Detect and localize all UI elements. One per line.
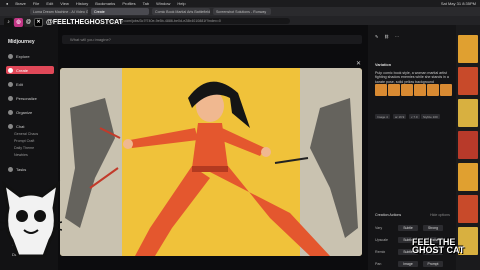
sidebar-item-edit[interactable]: Edit: [6, 80, 54, 88]
compass-icon: [8, 53, 13, 59]
prompt-placeholder: What will you imagine?: [70, 37, 111, 42]
panel-toolbar: ✎ ⛓ ⋯: [375, 34, 399, 39]
history-thumbnail[interactable]: [458, 131, 478, 159]
social-overlay: ♪ ◎ @ ✕ @FEELTHEGHOSTCAT: [4, 16, 123, 28]
chat-room-newbies[interactable]: Newbies: [14, 153, 28, 157]
sidebar-item-label: Tasks: [16, 166, 27, 172]
tab-bar: Luma Dream Machine - AI Video G... Creat…: [0, 7, 480, 16]
prompt-input[interactable]: What will you imagine?: [62, 35, 362, 44]
menu-window[interactable]: Window: [156, 1, 170, 6]
sidebar-item-personalize[interactable]: Personalize: [6, 94, 54, 102]
prompt-text: Pulp comic book style, a woman martial a…: [375, 71, 449, 84]
details-panel: [368, 25, 456, 270]
history-strip: [456, 25, 480, 270]
chat-room-general-chaos[interactable]: General Chaos: [14, 132, 38, 136]
menu-help[interactable]: Help: [177, 1, 185, 6]
param-chip[interactable]: ar 16:9: [393, 114, 407, 119]
close-icon[interactable]: ✕: [356, 60, 361, 67]
history-thumbnail[interactable]: [458, 195, 478, 223]
tab-comic[interactable]: Comic Book Martial Arts Battlefield...: [152, 8, 210, 15]
social-handle: @FEELTHEGHOSTCAT: [46, 18, 123, 26]
folder-icon: [8, 109, 13, 115]
tiktok-icon: ♪: [4, 17, 13, 27]
vary-subtle-button[interactable]: Subtle: [398, 225, 418, 231]
param-chip[interactable]: Stylize 100: [421, 114, 440, 119]
clock: Sat May 31 8:35PM: [440, 1, 476, 6]
sidebar-item-label: Organize: [16, 109, 33, 115]
vary-strong-button[interactable]: Strong: [423, 225, 443, 231]
action-label-pan: Pan: [375, 262, 382, 266]
ghost-cat-mascot: [0, 178, 63, 258]
sidebar-item-label: Edit: [16, 81, 23, 87]
menu-profiles[interactable]: Profiles: [122, 1, 135, 6]
url-field[interactable]: midjourney.com/jobs/3c7f740e-9e5b-4886-b…: [100, 17, 290, 24]
threads-icon: @: [24, 17, 33, 27]
tab-create[interactable]: Create: [91, 8, 149, 15]
ghost-cat-icon: [0, 180, 63, 258]
variation-thumbnail[interactable]: [414, 84, 426, 96]
variation-thumbnails: [375, 84, 452, 96]
chat-room-daily-theme[interactable]: Daily Theme: [14, 146, 34, 150]
creation-actions-title: Creation Actions: [375, 213, 402, 217]
sidebar-item-chat[interactable]: Chat: [6, 122, 54, 130]
martial-artist-illustration: [60, 68, 362, 256]
action-label-vary: Vary: [375, 226, 383, 230]
param-chip[interactable]: v 7.0: [409, 114, 420, 119]
more-icon[interactable]: ⋯: [395, 34, 399, 39]
menu-bookmarks[interactable]: Bookmarks: [95, 1, 115, 6]
sidebar-item-tasks[interactable]: Tasks: [6, 165, 54, 173]
action-label-upscale: Upscale: [375, 238, 388, 242]
sliders-icon: [8, 95, 13, 101]
app-logo[interactable]: Midjourney: [8, 39, 35, 45]
tab-runway[interactable]: Screenshot Solutions - Runway: [213, 8, 271, 15]
menu-brave[interactable]: Brave: [15, 1, 25, 6]
menu-edit[interactable]: Edit: [46, 1, 53, 6]
chat-room-prompt-craft[interactable]: Prompt Craft: [14, 139, 34, 143]
history-thumbnail[interactable]: [458, 163, 478, 191]
x-icon: ✕: [34, 17, 43, 27]
panel-title: Variation: [375, 63, 392, 67]
history-thumbnail[interactable]: [458, 99, 478, 127]
action-label-remix: Remix: [375, 250, 386, 254]
apple-icon[interactable]: ●: [6, 1, 8, 6]
edit-icon[interactable]: ✎: [375, 34, 378, 39]
sidebar-item-create[interactable]: Create: [6, 66, 54, 74]
hide-options-link[interactable]: Hide options: [430, 213, 450, 217]
menu-view[interactable]: View: [60, 1, 69, 6]
sidebar-item-explore[interactable]: Explore: [6, 52, 54, 60]
pan-prompt-button[interactable]: Prompt: [423, 261, 443, 267]
variation-thumbnail[interactable]: [401, 84, 413, 96]
pan-image-button[interactable]: Image: [398, 261, 418, 267]
variation-thumbnail[interactable]: [375, 84, 387, 96]
variation-thumbnail[interactable]: [388, 84, 400, 96]
sidebar-item-label: Chat: [16, 123, 25, 129]
generated-image[interactable]: [60, 68, 362, 256]
tasks-icon: [8, 166, 13, 172]
history-thumbnail[interactable]: [458, 67, 478, 95]
tab-luma[interactable]: Luma Dream Machine - AI Video G...: [30, 8, 88, 15]
link-icon[interactable]: ⛓: [384, 34, 389, 39]
menu-history[interactable]: History: [76, 1, 88, 6]
pencil-icon: [8, 81, 13, 87]
sidebar-item-label: Create: [16, 67, 29, 73]
brand-watermark: FEEL THE GHOST CAT: [412, 237, 465, 255]
menu-tab[interactable]: Tab: [143, 1, 149, 6]
brush-icon: [8, 67, 13, 73]
variation-thumbnail[interactable]: [440, 84, 452, 96]
variation-thumbnail[interactable]: [427, 84, 439, 96]
param-chip[interactable]: Image 4: [375, 114, 390, 119]
menu-file[interactable]: File: [33, 1, 39, 6]
menu-bar: ● Brave File Edit View History Bookmarks…: [0, 0, 480, 7]
sidebar-item-label: Explore: [16, 53, 30, 59]
sidebar-item-label: Personalize: [16, 95, 37, 101]
chat-icon: [8, 123, 13, 129]
instagram-icon: ◎: [14, 17, 23, 27]
sidebar-item-organize[interactable]: Organize: [6, 108, 54, 116]
history-thumbnail[interactable]: [458, 35, 478, 63]
